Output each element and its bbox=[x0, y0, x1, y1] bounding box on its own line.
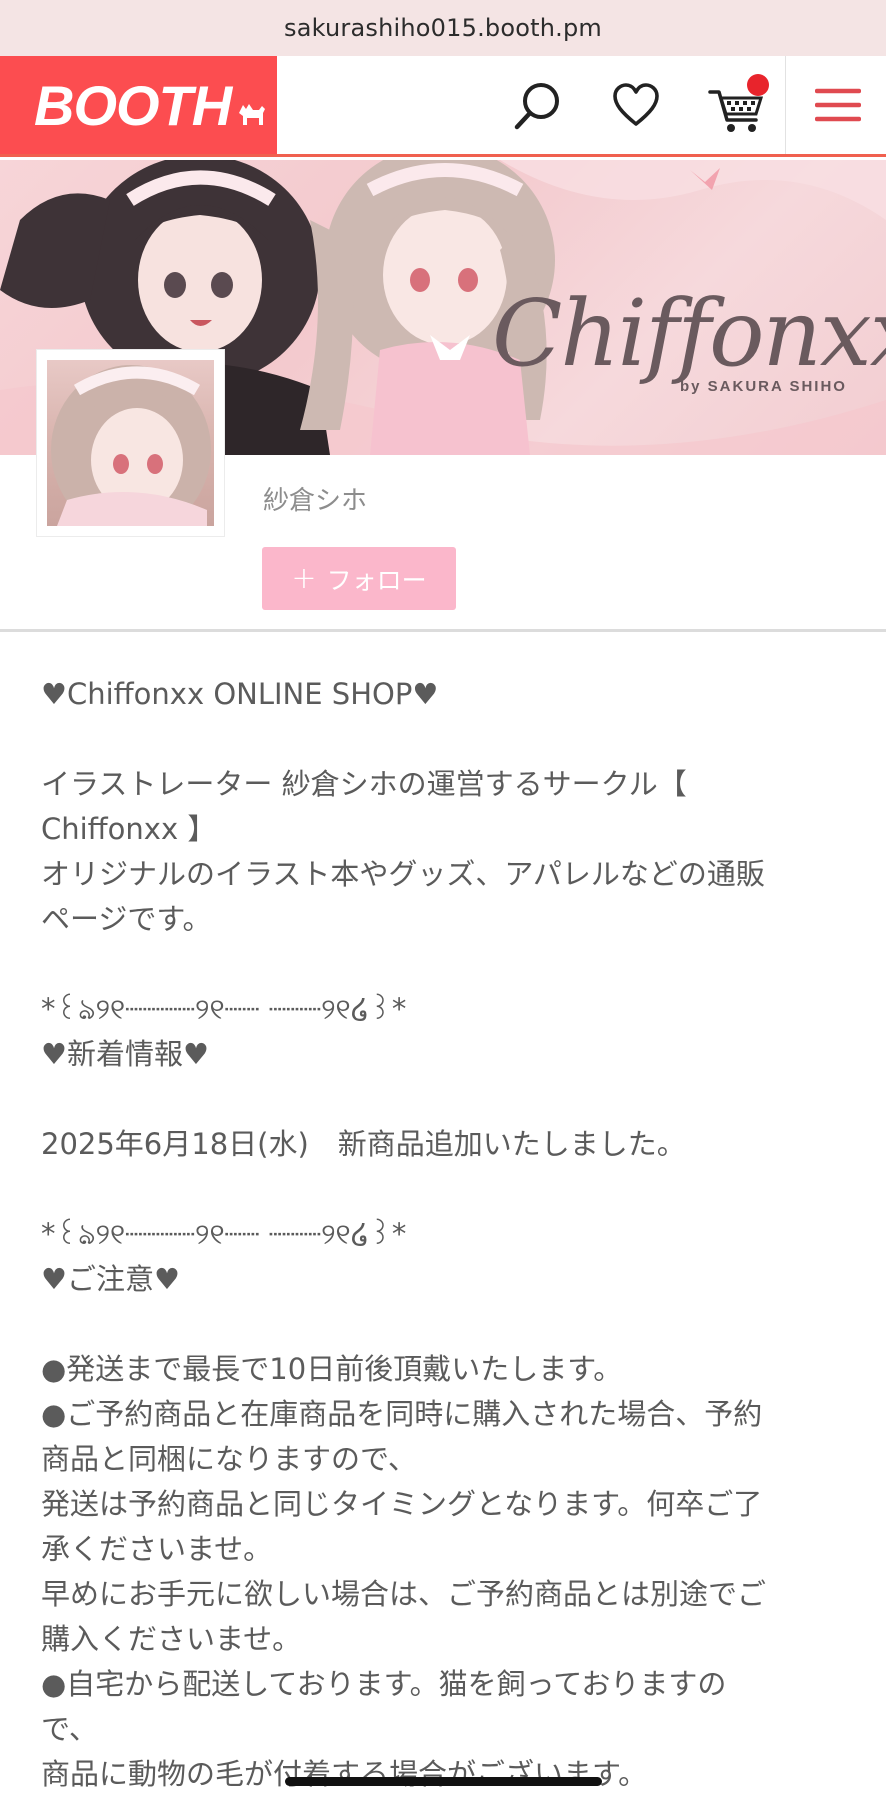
desc-line: Chiffonxx 】 bbox=[41, 812, 217, 846]
desc-line: ●発送まで最長で10日前後頂戴いたします。 bbox=[41, 1352, 623, 1386]
desc-line bbox=[41, 1167, 861, 1212]
avatar-illustration bbox=[51, 365, 211, 526]
search-button[interactable] bbox=[505, 56, 569, 154]
plus-icon: + bbox=[291, 561, 317, 596]
desc-line: 商品に動物の毛が付着する場合がございます。 bbox=[41, 1757, 648, 1791]
desc-line: オリジナルのイラスト本やグッズ、アパレルなどの通販 bbox=[41, 857, 765, 891]
desc-line: 発送は予約商品と同じタイミングとなります。何卒ご了 bbox=[41, 1487, 763, 1521]
favorites-button[interactable] bbox=[604, 56, 668, 154]
avatar-image bbox=[47, 360, 214, 526]
desc-line bbox=[41, 1077, 861, 1122]
menu-button[interactable] bbox=[808, 56, 868, 154]
desc-line: 承くださいませ。 bbox=[41, 1532, 273, 1566]
menu-icon bbox=[815, 88, 861, 122]
search-icon bbox=[514, 83, 559, 130]
desc-line: ●自宅から配送しております。猫を飼っておりますの bbox=[41, 1667, 727, 1701]
desc-line: ページです。 bbox=[41, 902, 212, 936]
section-divider bbox=[0, 629, 886, 632]
shop-avatar[interactable] bbox=[36, 349, 225, 537]
desc-line: で、 bbox=[41, 1712, 98, 1746]
desc-line: 商品と同梱になりますので、 bbox=[41, 1442, 417, 1476]
camel-logo-icon bbox=[239, 104, 266, 125]
home-indicator bbox=[285, 1777, 602, 1786]
desc-line bbox=[41, 1302, 861, 1347]
desc-line: ♥新着情報♥ bbox=[41, 1037, 209, 1071]
site-header: BOOTH bbox=[0, 56, 886, 157]
follow-label: フォロー bbox=[326, 565, 427, 595]
desc-line: 早めにお手元に欲しい場合は、ご予約商品とは別途でご bbox=[41, 1577, 767, 1611]
desc-line bbox=[41, 942, 861, 987]
desc-line: ♥ご注意♥ bbox=[41, 1262, 180, 1296]
desc-line: ●ご予約商品と在庫商品を同時に購入された場合、予約 bbox=[41, 1397, 763, 1431]
shop-name[interactable]: 紗倉シホ bbox=[263, 480, 367, 517]
shop-description: ♥Chiffonxx ONLINE SHOP♥ イラストレーター 紗倉シホの運営… bbox=[41, 672, 861, 1797]
desc-line: 2025年6月18日(水) 新商品追加いたしました。 bbox=[41, 1127, 686, 1161]
desc-line: ♥Chiffonxx ONLINE SHOP♥ bbox=[41, 677, 439, 711]
desc-line: *꒰ঌ୨୧┈┈┈┈୨୧┈┈ ┈┈┈୨୧໒꒱* bbox=[41, 1217, 407, 1251]
cart-badge bbox=[747, 74, 769, 96]
banner-byline: by SAKURA SHIHO bbox=[680, 378, 847, 395]
desc-line: イラストレーター 紗倉シホの運営するサークル【 bbox=[41, 767, 687, 801]
cart-button[interactable] bbox=[704, 56, 772, 154]
desc-line: 購入くださいませ。 bbox=[41, 1622, 302, 1656]
booth-logo[interactable]: BOOTH bbox=[0, 56, 277, 154]
banner-brand-text: Chiffonxx bbox=[492, 280, 886, 387]
url-text: sakurashiho015.booth.pm bbox=[284, 14, 602, 42]
follow-button[interactable]: + フォロー bbox=[262, 547, 456, 610]
desc-line bbox=[41, 717, 861, 762]
header-divider bbox=[785, 56, 786, 154]
address-bar[interactable]: sakurashiho015.booth.pm bbox=[0, 0, 886, 56]
heart-icon bbox=[613, 83, 659, 126]
desc-line: *꒰ঌ୨୧┈┈┈┈୨୧┈┈ ┈┈┈୨୧໒꒱* bbox=[41, 992, 407, 1026]
logo-text: BOOTH bbox=[34, 73, 232, 137]
